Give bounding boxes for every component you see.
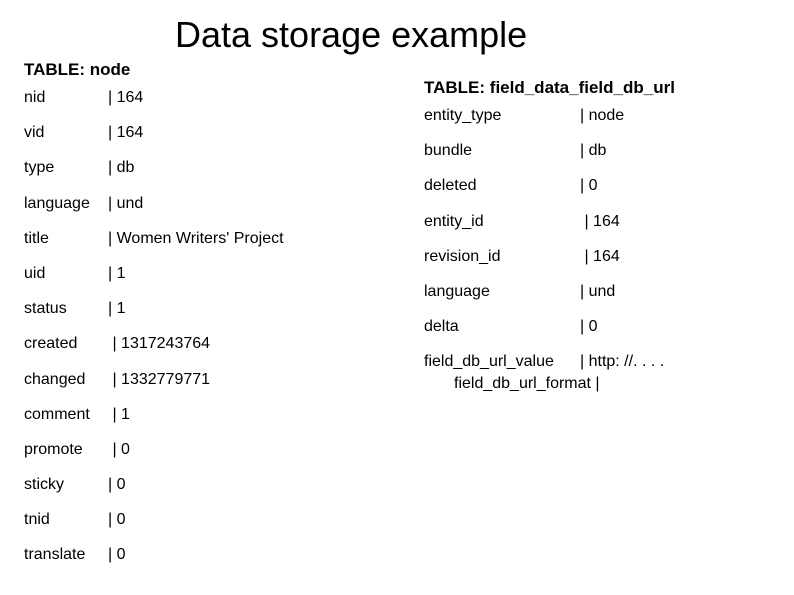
table-row: deleted| 0: [424, 176, 664, 195]
row-key: language: [24, 194, 108, 213]
row-key: entity_type: [424, 106, 580, 125]
row-value: | 0: [108, 510, 126, 529]
row-value: | 0: [108, 440, 130, 459]
table-row: entity_id | 164: [424, 212, 664, 231]
row-value: | und: [108, 194, 143, 213]
table-row: bundle| db: [424, 141, 664, 160]
table-node: nid| 164vid| 164type| dblanguage| undtit…: [24, 88, 284, 581]
table-row: changed | 1332779771: [24, 370, 284, 389]
row-value: | db: [108, 158, 134, 177]
table-row: vid| 164: [24, 123, 284, 142]
row-value: | 0: [108, 545, 126, 564]
row-value: | db: [580, 141, 606, 160]
row-key: title: [24, 229, 108, 248]
row-continuation: field_db_url_format |: [424, 374, 664, 393]
row-value: | 1: [108, 405, 130, 424]
row-key: uid: [24, 264, 108, 283]
row-key: field_db_url_value: [424, 352, 580, 371]
row-key: revision_id: [424, 247, 580, 266]
row-key: comment: [24, 405, 108, 424]
table-row: nid| 164: [24, 88, 284, 107]
row-key: translate: [24, 545, 108, 564]
table-row: tnid| 0: [24, 510, 284, 529]
row-value: | node: [580, 106, 624, 125]
row-value: | 1332779771: [108, 370, 210, 389]
row-key: status: [24, 299, 108, 318]
row-value: | 1: [108, 264, 126, 283]
table-row: title| Women Writers' Project: [24, 229, 284, 248]
table-row: revision_id | 164: [424, 247, 664, 266]
row-value: | http: //. . . .: [580, 352, 664, 371]
table-row: created | 1317243764: [24, 334, 284, 353]
row-key: delta: [424, 317, 580, 336]
row-value: | 0: [580, 176, 598, 195]
row-value: | 164: [580, 212, 620, 231]
table-field-data: entity_type| nodebundle| dbdeleted| 0ent…: [424, 106, 664, 393]
table-row: promote | 0: [24, 440, 284, 459]
table-row: field_db_url_value| http: //. . . .: [424, 352, 664, 371]
table-row: comment | 1: [24, 405, 284, 424]
row-key: tnid: [24, 510, 108, 529]
row-key: entity_id: [424, 212, 580, 231]
row-value: | 0: [108, 475, 126, 494]
table-row: language| und: [424, 282, 664, 301]
table-row: uid| 1: [24, 264, 284, 283]
row-key: language: [424, 282, 580, 301]
table-row: sticky| 0: [24, 475, 284, 494]
table-row: status| 1: [24, 299, 284, 318]
row-key: deleted: [424, 176, 580, 195]
table-label-field-data: TABLE: field_data_field_db_url: [424, 78, 675, 98]
row-key: changed: [24, 370, 108, 389]
row-key: created: [24, 334, 108, 353]
row-value: | 1317243764: [108, 334, 210, 353]
row-value: | und: [580, 282, 615, 301]
row-key: promote: [24, 440, 108, 459]
row-value: | 164: [108, 123, 143, 142]
table-row: entity_type| node: [424, 106, 664, 125]
row-key: type: [24, 158, 108, 177]
row-value: | Women Writers' Project: [108, 229, 284, 248]
row-value: | 164: [580, 247, 620, 266]
table-row: type| db: [24, 158, 284, 177]
row-key: sticky: [24, 475, 108, 494]
table-label-node: TABLE: node: [24, 60, 130, 80]
row-value: | 1: [108, 299, 126, 318]
row-value: | 0: [580, 317, 598, 336]
page-title: Data storage example: [175, 14, 527, 56]
row-key: bundle: [424, 141, 580, 160]
row-value: | 164: [108, 88, 143, 107]
row-key: vid: [24, 123, 108, 142]
table-row: translate| 0: [24, 545, 284, 564]
table-row: delta| 0: [424, 317, 664, 336]
row-key: nid: [24, 88, 108, 107]
table-row: language| und: [24, 194, 284, 213]
